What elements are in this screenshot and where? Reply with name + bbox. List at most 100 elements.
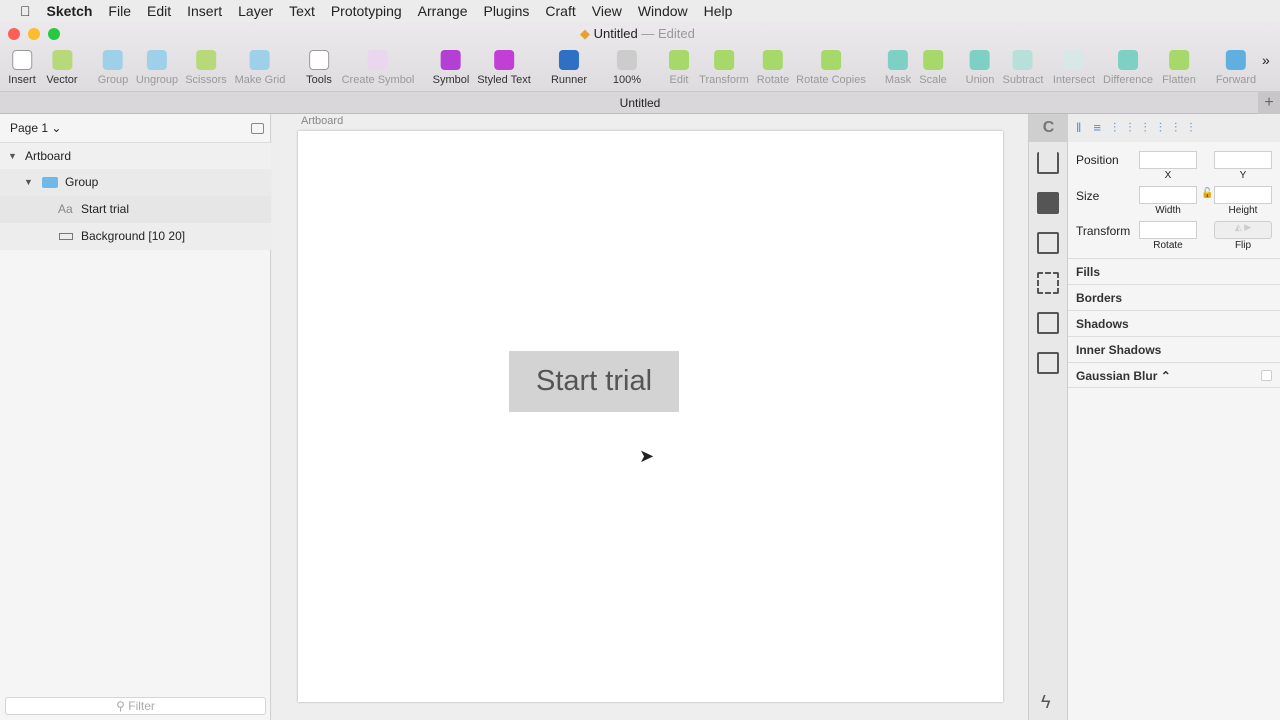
menu-view[interactable]: View: [592, 3, 622, 19]
toolbar-rotate-copies-button[interactable]: Rotate Copies: [796, 50, 866, 86]
layer-start-trial[interactable]: Aa Start trial: [0, 196, 271, 223]
menu-plugins[interactable]: Plugins: [483, 3, 529, 19]
toolbar-group-button[interactable]: Group: [98, 50, 128, 86]
text-icon: Aa: [58, 202, 73, 216]
toolbar-icon: [493, 50, 514, 70]
toolbar-scale-button[interactable]: Scale: [919, 50, 947, 86]
page-selector[interactable]: Page 1 ⌄: [10, 121, 61, 135]
close-button[interactable]: [8, 28, 20, 40]
toolbar-rotate-button[interactable]: Rotate: [757, 50, 789, 86]
toolbar-icon: [762, 50, 783, 70]
toolbar-icon: [616, 50, 637, 70]
folder-icon: [42, 177, 58, 188]
toolbar-edit-button[interactable]: Edit: [669, 50, 689, 86]
fills-section[interactable]: Fills: [1068, 258, 1280, 284]
artboard[interactable]: [298, 131, 1003, 702]
menu-insert[interactable]: Insert: [187, 3, 222, 19]
y-field[interactable]: [1214, 151, 1272, 169]
toolbar-make-grid-button[interactable]: Make Grid: [235, 50, 285, 86]
menu-help[interactable]: Help: [704, 3, 733, 19]
triangle-down-icon[interactable]: ▼: [24, 169, 33, 196]
menu-edit[interactable]: Edit: [147, 3, 171, 19]
toolbar-flatten-button[interactable]: Flatten: [1162, 50, 1196, 86]
menu-window[interactable]: Window: [638, 3, 688, 19]
toolbar-tools-button[interactable]: Tools: [306, 50, 332, 86]
menu-text[interactable]: Text: [289, 3, 315, 19]
toolbar-insert-button[interactable]: Insert: [8, 50, 36, 86]
toolbar-ungroup-button[interactable]: Ungroup: [136, 50, 178, 86]
zoom-button[interactable]: [48, 28, 60, 40]
minimize-button[interactable]: [28, 28, 40, 40]
start-trial-button-layer[interactable]: Start trial: [509, 351, 679, 412]
toolbar-scissors-button[interactable]: Scissors: [185, 50, 227, 86]
list-icon[interactable]: [1037, 232, 1059, 254]
print-icon[interactable]: [1037, 192, 1059, 214]
layer-background[interactable]: Background [10 20]: [0, 223, 271, 250]
flip-buttons[interactable]: ◭ ▶: [1214, 221, 1272, 239]
toolbar-forward-button[interactable]: Forward: [1216, 50, 1256, 86]
toolbar-icon: [669, 50, 689, 70]
toolbar-symbol-button[interactable]: Symbol: [433, 50, 469, 86]
toolbar-icon: [714, 50, 734, 70]
menu-craft[interactable]: Craft: [545, 3, 575, 19]
menu-file[interactable]: File: [108, 3, 131, 19]
toolbar-union-button[interactable]: Union: [966, 50, 994, 86]
menu-layer[interactable]: Layer: [238, 3, 273, 19]
x-field[interactable]: [1139, 151, 1197, 169]
toolbar-create-symbol-button[interactable]: Create Symbol: [342, 50, 414, 86]
rectangle-icon: [59, 233, 73, 240]
layer-artboard[interactable]: ▼ Artboard: [0, 142, 271, 169]
cursor-icon: ➤: [639, 446, 655, 466]
layer-group[interactable]: ▼ Group: [0, 169, 271, 196]
toolbar-100--button[interactable]: 100%: [613, 50, 641, 86]
lock-icon[interactable]: 🔓: [1201, 188, 1213, 199]
document-tab[interactable]: Untitled +: [0, 92, 1280, 114]
menu-prototyping[interactable]: Prototyping: [331, 3, 402, 19]
toolbar-icon: [52, 50, 72, 70]
shadows-section[interactable]: Shadows: [1068, 310, 1280, 336]
craft-icon[interactable]: C: [1029, 114, 1068, 142]
toolbar-styled-text-button[interactable]: Styled Text: [477, 50, 531, 86]
toolbar-icon: [1118, 50, 1138, 70]
toolbar-runner-button[interactable]: Runner: [551, 50, 587, 86]
toolbar-icon: [146, 50, 167, 70]
edit-shape-icon[interactable]: [1037, 312, 1059, 334]
toolbar-subtract-button[interactable]: Subtract: [1003, 50, 1043, 86]
toolbar-intersect-button[interactable]: Intersect: [1053, 50, 1095, 86]
toolbar-mask-button[interactable]: Mask: [885, 50, 911, 86]
menu-sketch[interactable]: Sketch: [47, 3, 93, 19]
filter-input[interactable]: ⚲ Filter: [5, 697, 266, 715]
toolbar-transform-button[interactable]: Transform: [699, 50, 749, 86]
add-tab-icon[interactable]: +: [1258, 92, 1280, 114]
document-icon: ◆: [580, 26, 590, 41]
page-toggle-icon[interactable]: [251, 123, 264, 134]
toolbar-icon: [11, 50, 32, 70]
toolbar-icon: [367, 50, 388, 70]
insert-image-icon[interactable]: [1037, 352, 1059, 374]
align-toolbar[interactable]: ‖≡⫶⫶⫶⫶⫶⫶: [1068, 114, 1280, 142]
apple-icon[interactable]: : [20, 3, 31, 19]
toolbar-difference-button[interactable]: Difference: [1103, 50, 1153, 86]
borders-section[interactable]: Borders: [1068, 284, 1280, 310]
toolbar-icon: [1013, 50, 1033, 70]
export-icon[interactable]: [1037, 152, 1059, 174]
window-title: ◆ Untitled — Edited: [580, 26, 695, 41]
inspector-panel: ‖≡⫶⫶⫶⫶⫶⫶ Position X Y Size 🔓 Width Heigh…: [1068, 114, 1280, 720]
toolbar-icon: [1064, 50, 1084, 70]
triangle-down-icon[interactable]: ▼: [8, 143, 17, 170]
width-field[interactable]: [1139, 186, 1197, 204]
height-field[interactable]: [1214, 186, 1272, 204]
gaussian-blur-section[interactable]: Gaussian Blur ⌃: [1068, 362, 1280, 388]
toolbar-icon: [196, 50, 216, 70]
rotate-field[interactable]: [1139, 221, 1197, 239]
toolbar-icon: [250, 50, 270, 70]
layout-icon[interactable]: [1037, 272, 1059, 294]
blur-checkbox[interactable]: [1261, 370, 1272, 381]
inner-shadows-section[interactable]: Inner Shadows: [1068, 336, 1280, 362]
artboard-label[interactable]: Artboard: [301, 115, 343, 127]
toolbar-icon: [923, 50, 943, 70]
lightning-icon[interactable]: ϟ: [1041, 692, 1051, 713]
more-tools-icon[interactable]: »: [1262, 52, 1270, 68]
toolbar-vector-button[interactable]: Vector: [46, 50, 78, 86]
menu-arrange[interactable]: Arrange: [418, 3, 468, 19]
